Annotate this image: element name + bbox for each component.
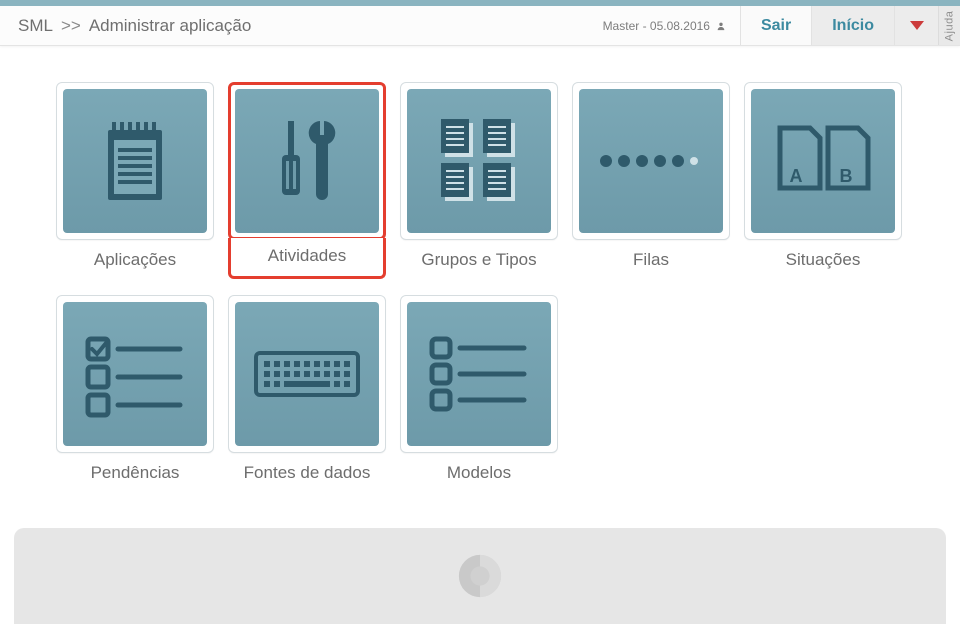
header-right: Master - 05.08.2016 Sair Início Ajuda: [589, 6, 960, 45]
caret-down-icon: [910, 21, 924, 30]
tile-situacoes[interactable]: A B Situações: [744, 82, 902, 281]
tile-aplicacoes-label: Aplicações: [56, 250, 214, 270]
tile-aplicacoes[interactable]: Aplicações: [56, 82, 214, 281]
documents-grid-icon: [429, 111, 529, 211]
help-tab[interactable]: Ajuda: [938, 6, 960, 45]
tile-grupos-label: Grupos e Tipos: [400, 250, 558, 270]
ab-pages-icon: A B: [768, 116, 878, 206]
notepad-icon: [100, 116, 170, 206]
tile-filas[interactable]: Filas: [572, 82, 730, 281]
list-boxes-icon: [424, 329, 534, 419]
user-info-text: Master - 05.08.2016: [603, 19, 710, 33]
home-label: Início: [832, 17, 874, 35]
tile-filas-label: Filas: [572, 250, 730, 270]
logout-button[interactable]: Sair: [740, 6, 811, 45]
header-bar: SML >> Administrar aplicação Master - 05…: [0, 6, 960, 46]
breadcrumb-page: Administrar aplicação: [89, 16, 252, 36]
tile-atividades-label: Atividades: [228, 238, 386, 279]
checklist-icon: [80, 329, 190, 419]
tile-fontes[interactable]: Fontes de dados: [228, 295, 386, 483]
svg-text:B: B: [840, 166, 853, 186]
tile-pendencias-label: Pendências: [56, 463, 214, 483]
tile-pendencias[interactable]: Pendências: [56, 295, 214, 483]
tools-icon: [262, 111, 352, 211]
tile-modelos-label: Modelos: [400, 463, 558, 483]
svg-text:A: A: [790, 166, 803, 186]
keyboard-icon: [252, 349, 362, 399]
queue-dots-icon: [596, 151, 706, 171]
breadcrumb-separator: >>: [61, 16, 81, 36]
help-label: Ajuda: [944, 10, 956, 41]
tile-grid: Aplicações Atividades: [56, 82, 904, 483]
footer-bar: [14, 528, 946, 624]
user-info: Master - 05.08.2016: [589, 6, 740, 45]
tile-fontes-label: Fontes de dados: [228, 463, 386, 483]
tile-modelos[interactable]: Modelos: [400, 295, 558, 483]
home-button[interactable]: Início: [811, 6, 894, 45]
tile-grupos[interactable]: Grupos e Tipos: [400, 82, 558, 281]
menu-caret-button[interactable]: [894, 6, 938, 45]
tile-situacoes-label: Situações: [744, 250, 902, 270]
footer-logo-icon: [457, 553, 503, 599]
breadcrumb-root[interactable]: SML: [18, 16, 53, 36]
content-area: Aplicações Atividades: [0, 46, 960, 483]
tile-atividades[interactable]: Atividades: [228, 82, 386, 281]
breadcrumb: SML >> Administrar aplicação: [18, 16, 251, 36]
logout-label: Sair: [761, 17, 791, 35]
user-icon: [716, 21, 726, 31]
